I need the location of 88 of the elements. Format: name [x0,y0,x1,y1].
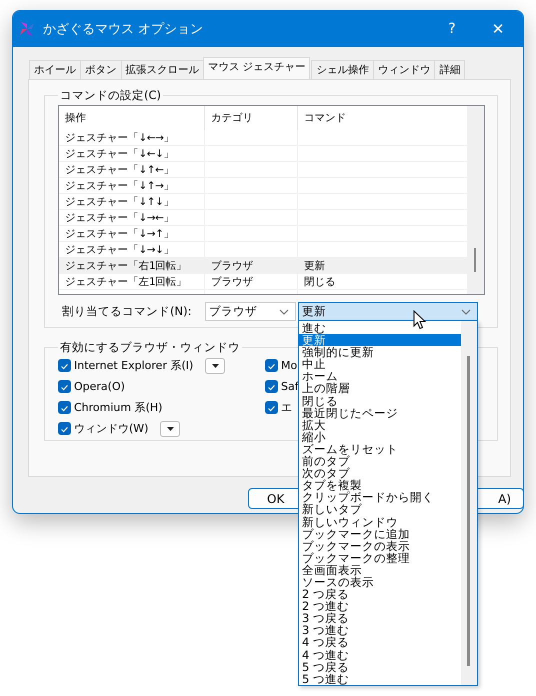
table-row[interactable]: ジェスチャー「↓←↓」 [59,146,467,162]
category-dropdown[interactable]: ブラウザ [205,302,296,320]
table-cell: 更新 [304,258,325,272]
table-cell: ジェスチャー「左1回転」 [65,274,187,288]
dropdown-item[interactable]: 最近閉じたページ [299,406,461,419]
group-title: 有効にするブラウザ・ウィンドウ [59,340,241,355]
table-row[interactable]: ジェスチャー「左1回転」 ブラウザ 閉じる [59,274,467,290]
column-header[interactable]: コマンド [298,106,467,130]
dropdown-item[interactable]: 次のタブ [299,467,461,480]
dropdown-item[interactable]: 2 つ戻る [299,588,461,600]
table-row[interactable]: ジェスチャー「↓↑↓」 [59,194,467,210]
close-button[interactable]: ✕ [475,20,521,38]
column-header[interactable]: カテゴリ [205,106,298,130]
checkbox-label: Chromium 系(H) [74,400,162,415]
checkbox[interactable] [58,422,71,435]
dropdown-item[interactable]: 3 つ戻る [299,612,461,624]
dropdown-item[interactable]: 3 つ進む [299,624,461,636]
dropdown-item[interactable]: ホーム [299,370,461,382]
scrollbar[interactable] [467,106,484,294]
checkbox[interactable] [265,380,278,393]
dropdown-item[interactable]: 前のタブ [299,455,461,468]
table-cell: ジェスチャー「↓→←」 [65,210,174,224]
dropdown-item[interactable]: 更新 [299,334,461,346]
tab[interactable]: 詳細 [434,60,466,79]
assign-label: 割り当てるコマンド(N): [61,304,192,318]
table-cell: ブラウザ [211,258,253,272]
table-row[interactable]: ジェスチャー「↓↑→」 [59,178,467,194]
dropdown-item[interactable]: 5 つ戻る [299,660,461,673]
table-cell: ジェスチャー「↓←→」 [65,130,174,144]
dropdown-item[interactable]: 全画面表示 [299,564,461,576]
checkbox[interactable] [58,401,71,414]
column-header[interactable]: 操作 [59,106,205,130]
dropdown-item[interactable]: ブックマークに追加 [299,528,461,540]
dropdown-item[interactable]: 4 つ戻る [299,636,461,649]
table-row[interactable]: ジェスチャー「↓→↑」 [59,226,467,242]
chevron-down-icon [279,308,289,314]
scrollbar[interactable] [461,321,477,685]
dropdown-item[interactable]: 縮小 [299,430,461,443]
table-row[interactable]: ジェスチャー「右1回転」 ブラウザ 更新 [59,258,467,274]
dropdown-item[interactable]: 5 つ進む [299,672,461,685]
chevron-down-icon [461,308,471,314]
tab[interactable]: シェル操作 [311,60,374,79]
tab[interactable]: マウス ジェスチャー [203,57,310,79]
dropdown-item[interactable]: 拡大 [299,418,461,431]
table-cell: ジェスチャー「↓→↑」 [65,226,174,240]
checkbox-label: Opera(O) [74,380,125,393]
dropdown-item[interactable]: ブックマークの整理 [299,552,461,564]
table-row[interactable]: ジェスチャー「↓←→」 [59,130,467,146]
checkbox[interactable] [265,359,278,372]
tab[interactable]: ホイール [29,60,81,79]
checkbox-label: Mo [281,359,298,372]
dropdown-item[interactable]: 進む [299,322,461,334]
dropdown-item[interactable]: 上の階層 [299,382,461,395]
dropdown-item[interactable]: 4 つ進む [299,648,461,661]
table-row[interactable]: ジェスチャー「↓↑←」 [59,162,467,178]
table-cell: ジェスチャー「↓↑←」 [65,162,174,176]
checkbox-label: Internet Explorer 系(I) [74,358,194,373]
caret-icon [166,426,174,430]
dropdown-item[interactable]: 中止 [299,358,461,370]
menu-button[interactable] [160,420,180,436]
table-cell: ブラウザ [211,274,253,288]
checkbox-label: ウィンドウ(W) [74,421,148,436]
caret-icon [212,364,219,368]
table-cell: ジェスチャー「↓↑↓」 [65,194,174,208]
dropdown-item[interactable]: ブックマークの表示 [299,540,461,552]
table-cell: ジェスチャー「↓→↓」 [65,242,174,256]
dropdown-item[interactable]: 2 つ進む [299,600,461,612]
dropdown-item[interactable]: ズームをリセット [299,442,461,456]
table-row[interactable]: ジェスチャー「↓→←」 [59,210,467,226]
dropdown-item[interactable]: 強制的に更新 [299,346,461,358]
checkbox[interactable] [265,401,278,414]
checkbox[interactable] [58,359,71,372]
help-button[interactable]: ? [429,21,475,37]
dropdown-item[interactable]: 新しいウィンドウ [299,516,461,528]
checkbox-label: Saf [281,380,299,393]
dropdown-item[interactable]: 閉じる [299,394,461,407]
table-cell: 閉じる [304,274,336,288]
table-cell: ジェスチャー「↓←↓」 [65,146,174,160]
command-dropdown[interactable]: 更新 [298,302,478,320]
checkbox-label: エ [281,400,292,415]
window-title: かざぐるマウス オプション [43,21,204,38]
table-cell: ジェスチャー「右1回転」 [65,258,187,272]
menu-button[interactable] [205,358,226,374]
dropdown-item[interactable]: ソースの表示 [299,576,461,588]
table-cell: ジェスチャー「↓↑→」 [65,178,174,192]
checkbox[interactable] [58,380,71,393]
group-title: コマンドの設定(C) [59,88,162,103]
pinwheel-icon [19,21,35,37]
